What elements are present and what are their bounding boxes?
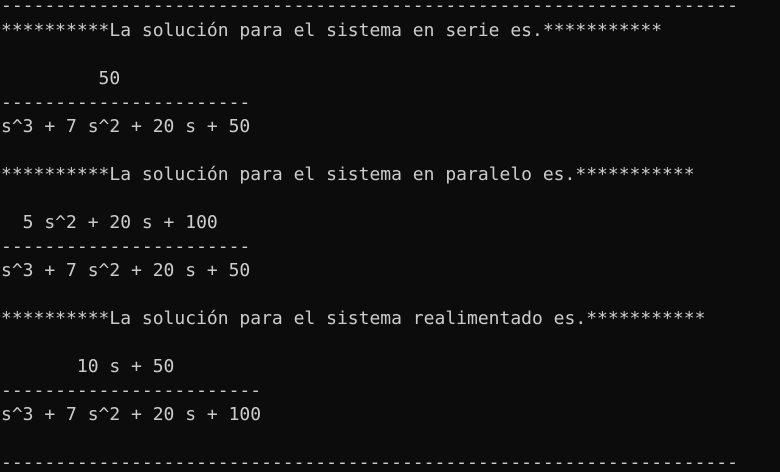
bottom-separator: ----------------------------------------… [1, 452, 738, 472]
realimentado-fraction-bar: ------------------------ [1, 380, 262, 401]
serie-denominator: s^3 + 7 s^2 + 20 s + 50 [1, 116, 251, 137]
paralelo-header: **********La solución para el sistema en… [1, 164, 695, 185]
console-window: ----------------------------------------… [0, 0, 780, 472]
realimentado-numerator: 10 s + 50 [1, 356, 175, 377]
serie-fraction-bar: ----------------------- [1, 92, 251, 113]
serie-numerator: 50 [1, 68, 121, 89]
paralelo-fraction-bar: ----------------------- [1, 236, 251, 257]
realimentado-header: **********La solución para el sistema re… [1, 308, 706, 329]
paralelo-denominator: s^3 + 7 s^2 + 20 s + 50 [1, 260, 251, 281]
serie-header: **********La solución para el sistema en… [1, 20, 663, 41]
realimentado-denominator: s^3 + 7 s^2 + 20 s + 100 [1, 404, 262, 425]
paralelo-numerator: 5 s^2 + 20 s + 100 [1, 212, 218, 233]
top-separator: ----------------------------------------… [1, 0, 738, 16]
